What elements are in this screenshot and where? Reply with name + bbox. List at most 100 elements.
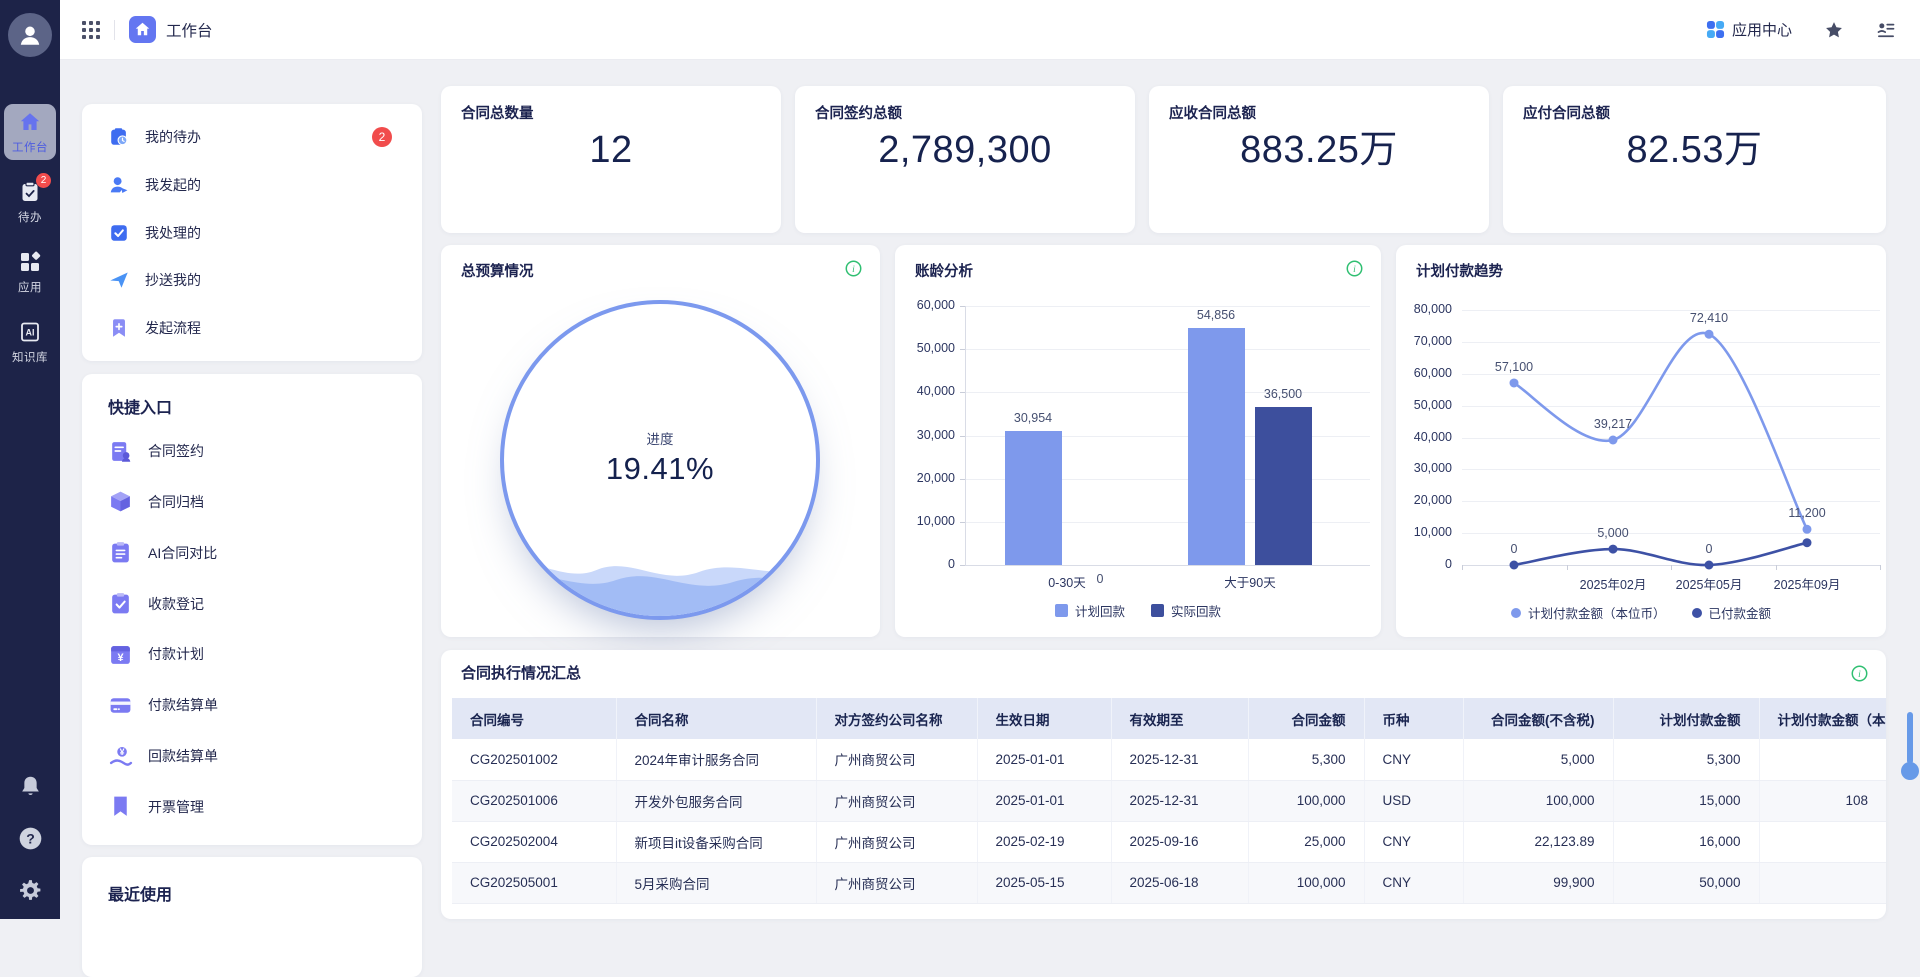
quick-entry-8[interactable]: 开票管理 [108,790,396,824]
stat-card-4: 应付合同总额82.53万 [1503,86,1886,233]
sidebar-item-label: 知识库 [12,349,48,365]
table-row[interactable]: CG202502004新项目it设备采购合同广州商贸公司2025-02-1920… [452,821,1886,862]
wave-decoration [504,540,816,618]
y-axis-tick: 0 [1396,557,1452,571]
aging-plot: 30,95454,856036,5000-30天大于90天 [965,306,1370,565]
trend-chart-title: 计划付款趋势 [1416,260,1503,281]
payment-plan-icon: ¥ [108,642,133,667]
menu-item-3[interactable]: 我处理的 [108,217,396,249]
my-processed-icon [108,222,130,244]
quick-entry-label: 收款登记 [148,594,204,614]
menu-item-4[interactable]: 抄送我的 [108,264,396,296]
y-axis-tick: 80,000 [1396,302,1452,316]
stat-value: 2,789,300 [795,130,1135,170]
legend-item[interactable]: 计划付款金额（本位币） [1511,603,1666,622]
quick-entry-3[interactable]: AI合同对比 [108,536,396,570]
help-icon[interactable]: ? [18,826,43,851]
contract-table: 合同编号合同名称对方签约公司名称生效日期有效期至合同金额币种合同金额(不含税)计… [452,698,1886,904]
table-row[interactable]: CG2025050015月采购合同广州商贸公司2025-05-152025-06… [452,862,1886,903]
menu-item-1[interactable]: 我的待办 2 [108,121,396,153]
quick-entry-4[interactable]: 收款登记 [108,587,396,621]
header-cell: 合同名称 [616,698,816,739]
quick-entry-6[interactable]: 付款结算单 [108,688,396,722]
sidebar-item-2[interactable]: 2待办 [4,174,56,230]
start-flow-icon [108,317,130,339]
gear-icon[interactable] [18,878,43,903]
bar-计划回款 [1188,328,1245,565]
svg-text:¥: ¥ [120,747,125,757]
clover-icon [1706,20,1725,39]
scrollbar-knob[interactable] [1901,762,1919,780]
legend-label: 计划回款 [1075,601,1125,620]
stat-value: 12 [441,130,781,170]
legend-item[interactable]: 实际回款 [1151,601,1221,620]
bell-icon[interactable] [18,774,43,799]
user-avatar[interactable] [8,13,52,57]
rail-badge: 2 [36,173,51,188]
bar-value-label: 30,954 [1014,411,1052,425]
sidebar-item-3[interactable]: 应用 [4,244,56,300]
table-row[interactable]: CG202501006开发外包服务合同广州商贸公司2025-01-012025-… [452,780,1886,821]
legend-item[interactable]: 计划回款 [1055,601,1125,620]
receipt-register-icon [108,591,133,616]
quick-entry-label: 合同签约 [148,441,204,461]
quick-entry-2[interactable]: 合同归档 [108,485,396,519]
table-cell: 广州商贸公司 [816,862,977,903]
my-initiated-icon [108,174,130,196]
table-cell: 2025-12-31 [1111,780,1248,821]
menu-item-label: 我的待办 [145,127,201,147]
y-tickmark [960,522,965,523]
info-icon[interactable]: i [1851,665,1868,682]
scrollbar-thumb[interactable] [1907,712,1913,764]
table-row[interactable]: CG2025010022024年审计服务合同广州商贸公司2025-01-0120… [452,739,1886,780]
contact-card-icon[interactable] [1876,20,1896,40]
todo-count-badge: 2 [372,127,392,147]
bar-value-label: 0 [1097,572,1104,586]
table-cell: CG202505001 [452,862,616,903]
y-axis-tick: 70,000 [1396,334,1452,348]
waffle-menu-icon[interactable] [82,21,100,39]
gridline [965,565,1370,566]
sidebar-item-1[interactable]: 工作台 [4,104,56,160]
stat-value: 883.25万 [1149,130,1489,170]
legend-label: 已付款金额 [1709,603,1772,622]
header-cell: 合同金额 [1248,698,1364,739]
y-axis-tick: 10,000 [895,514,955,528]
table-cell: 2025-12-31 [1111,739,1248,780]
bar-实际回款 [1255,407,1312,565]
quick-entry-1[interactable]: 合同签约 [108,434,396,468]
y-axis-tick: 40,000 [1396,430,1452,444]
table-cell: 15,000 [1613,780,1759,821]
bar-value-label: 54,856 [1197,308,1235,322]
contract-table-title: 合同执行情况汇总 [461,662,581,683]
workbench-home-icon[interactable] [129,16,156,43]
menu-item-label: 我发起的 [145,175,201,195]
knowledge-icon: AI [18,320,42,344]
menu-item-2[interactable]: 我发起的 [108,169,396,201]
point-value-label: 72,410 [1690,311,1728,325]
budget-readout: 进度 19.41% [504,428,816,487]
quick-entry-7[interactable]: ¥回款结算单 [108,739,396,773]
menu-item-5[interactable]: 发起流程 [108,312,396,344]
gridline [965,349,1370,350]
menu-item-label: 发起流程 [145,318,201,338]
star-icon[interactable] [1824,20,1844,40]
todo-icon: 2 [18,180,42,204]
y-axis-tick: 0 [895,557,955,571]
gridline [965,306,1370,307]
info-icon[interactable]: i [1346,260,1363,277]
point-value-label: 0 [1706,542,1713,556]
legend-label: 实际回款 [1171,601,1221,620]
legend-item[interactable]: 已付款金额 [1692,603,1772,622]
table-cell: 100,000 [1248,780,1364,821]
x-tickmark [1880,565,1881,570]
sidebar-item-4[interactable]: AI 知识库 [4,314,56,370]
header-cell: 合同金额(不含税) [1463,698,1613,739]
app-center-button[interactable]: 应用中心 [1706,19,1792,40]
info-icon[interactable]: i [845,260,862,277]
svg-text:i: i [1353,264,1356,275]
table-cell: 5,000 [1463,739,1613,780]
table-cell: CNY [1364,862,1463,903]
legend-label: 计划付款金额（本位币） [1528,603,1666,622]
quick-entry-5[interactable]: ¥付款计划 [108,637,396,671]
